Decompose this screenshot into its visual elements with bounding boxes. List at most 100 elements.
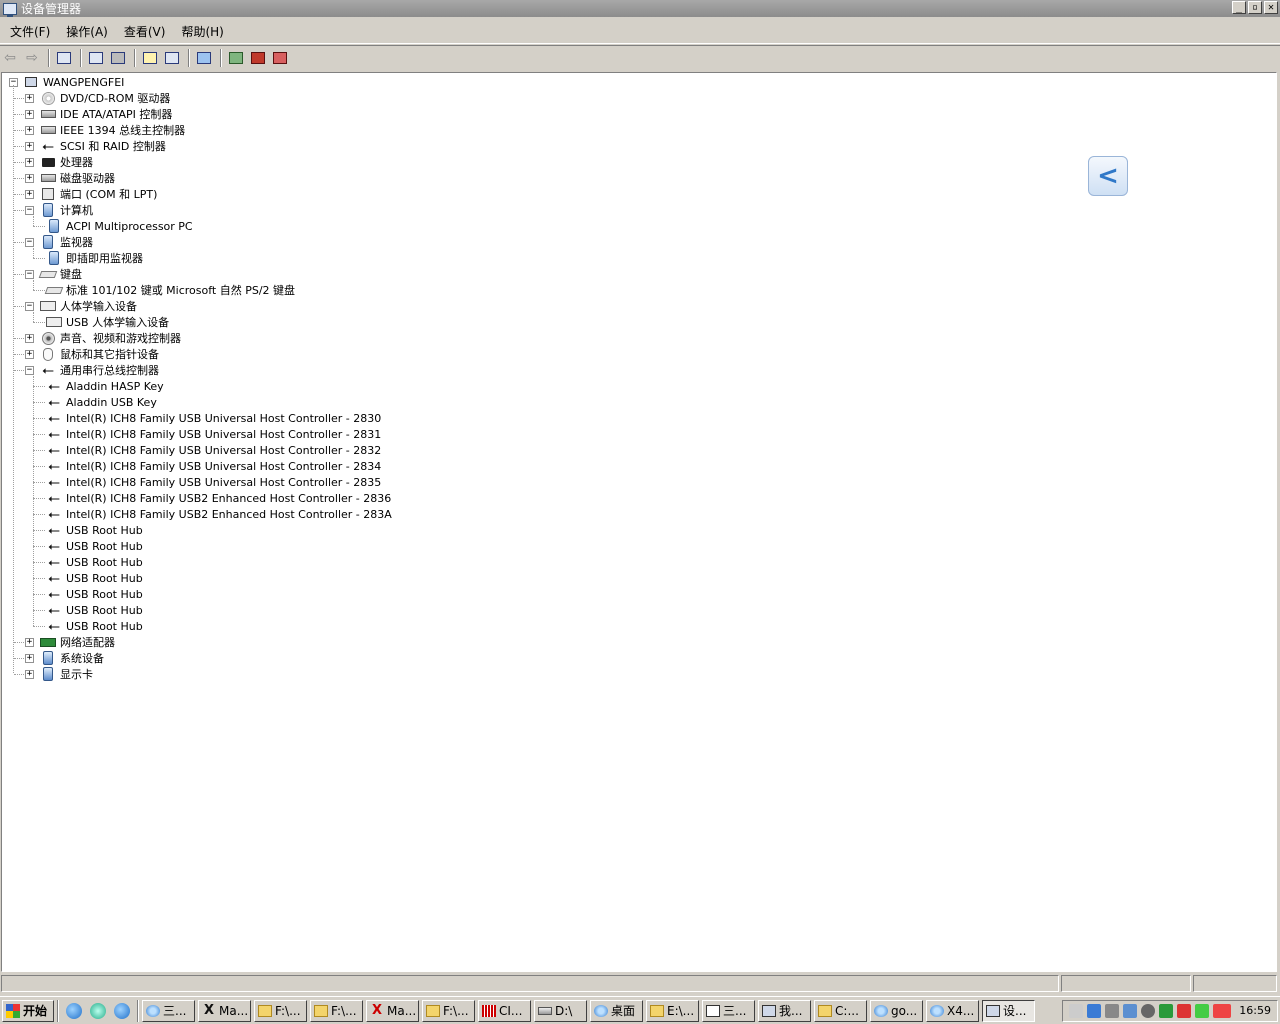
taskbar-button[interactable]: X4...	[926, 999, 980, 1022]
device-item[interactable]: ⭠ USB Root Hub	[46, 570, 143, 586]
scan-hardware-button[interactable]	[194, 48, 214, 68]
expand-icon[interactable]: +	[25, 670, 34, 679]
help-button[interactable]	[140, 48, 160, 68]
device-category[interactable]: + 处理器	[25, 154, 93, 170]
device-category[interactable]: + 系统设备	[25, 650, 104, 666]
app-shortcut-icon[interactable]: <	[1088, 156, 1128, 196]
device-item[interactable]: ⭠ Intel(R) ICH8 Family USB Universal Host…	[46, 410, 381, 426]
back-button[interactable]: ⇦	[0, 48, 20, 68]
expand-icon[interactable]: +	[25, 350, 34, 359]
minimize-button[interactable]: _	[1232, 1, 1246, 14]
network-tray-icon[interactable]	[1123, 1003, 1138, 1018]
taskbar-button[interactable]: C:...	[814, 999, 868, 1022]
properties-button[interactable]	[86, 48, 106, 68]
expand-icon[interactable]: +	[25, 334, 34, 343]
device-category[interactable]: + 鼠标和其它指针设备	[25, 346, 159, 362]
update-driver-button[interactable]	[226, 48, 246, 68]
device-item[interactable]: ⭠ Intel(R) ICH8 Family USB Universal Host…	[46, 442, 381, 458]
taskbar-button[interactable]: CI...	[478, 999, 532, 1022]
device-item[interactable]: ⭠ USB Root Hub	[46, 522, 143, 538]
collapse-icon[interactable]: −	[25, 302, 34, 311]
device-category[interactable]: − 人体学输入设备	[25, 298, 137, 314]
quicklaunch-app-icon[interactable]	[90, 1002, 107, 1019]
shield-tray-icon[interactable]	[1159, 1003, 1174, 1018]
expand-icon[interactable]: +	[25, 94, 34, 103]
device-tree[interactable]: − WANGPENGFEI < + DVD/CD-ROM 驱动器 + IDE ATA/…	[1, 72, 1277, 972]
show-hide-tree-button[interactable]	[54, 48, 74, 68]
device-category[interactable]: + 显示卡	[25, 666, 93, 682]
device-item[interactable]: ⭠ Aladdin USB Key	[46, 394, 157, 410]
device-item[interactable]: ⭠ Aladdin HASP Key	[46, 378, 164, 394]
action-pane-button[interactable]	[162, 48, 182, 68]
menu-file[interactable]: 文件(F)	[0, 23, 58, 40]
device-category[interactable]: + IDE ATA/ATAPI 控制器	[25, 106, 172, 122]
clock[interactable]: 16:59	[1239, 1004, 1271, 1017]
tree-root[interactable]: − WANGPENGFEI	[9, 74, 124, 90]
quicklaunch-browser-icon[interactable]	[114, 1002, 131, 1019]
quicklaunch-ie-icon[interactable]	[66, 1002, 83, 1019]
close-button[interactable]: ✕	[1264, 1, 1278, 14]
taskbar-button[interactable]: F:\...	[254, 999, 308, 1022]
device-category[interactable]: − ⭠ 通用串行总线控制器	[25, 362, 159, 378]
menu-view[interactable]: 查看(V)	[116, 23, 174, 40]
device-item[interactable]: ⭠ USB Root Hub	[46, 538, 143, 554]
device-item[interactable]: 标准 101/102 键或 Microsoft 自然 PS/2 键盘	[44, 282, 295, 298]
device-category[interactable]: + 磁盘驱动器	[25, 170, 115, 186]
device-item[interactable]: ACPI Multiprocessor PC	[46, 218, 193, 234]
device-category[interactable]: − 计算机	[25, 202, 93, 218]
device-category[interactable]: + 网络适配器	[25, 634, 115, 650]
expand-icon[interactable]: +	[25, 654, 34, 663]
taskbar-button[interactable]: 三...	[702, 999, 756, 1022]
device-item[interactable]: ⭠ Intel(R) ICH8 Family USB2 Enhanced Host…	[46, 490, 391, 506]
update-tray-icon[interactable]	[1195, 1003, 1210, 1018]
device-item[interactable]: ⭠ USB Root Hub	[46, 602, 143, 618]
device-item[interactable]: ⭠ USB Root Hub	[46, 586, 143, 602]
device-category[interactable]: − 键盘	[25, 266, 82, 282]
uninstall-button[interactable]	[248, 48, 268, 68]
taskbar-button[interactable]: go...	[870, 999, 924, 1022]
menu-help[interactable]: 帮助(H)	[173, 23, 231, 40]
device-category[interactable]: + 端口 (COM 和 LPT)	[25, 186, 157, 202]
app-tray-icon[interactable]	[1087, 1003, 1102, 1018]
taskbar-button[interactable]: 桌面	[590, 999, 644, 1022]
taskbar-button[interactable]: X Ma...	[198, 999, 252, 1022]
disc-tray-icon[interactable]	[1141, 1003, 1156, 1018]
device-item[interactable]: ⭠ USB Root Hub	[46, 554, 143, 570]
expand-icon[interactable]: +	[25, 126, 34, 135]
restore-button[interactable]: ▫	[1248, 1, 1262, 14]
antivirus-tray-icon[interactable]	[1177, 1003, 1192, 1018]
taskbar-button[interactable]: 三...	[142, 999, 196, 1022]
expand-icon[interactable]: +	[25, 158, 34, 167]
expand-icon[interactable]: +	[25, 190, 34, 199]
collapse-icon[interactable]: −	[25, 270, 34, 279]
expand-icon[interactable]: +	[25, 174, 34, 183]
print-button[interactable]	[108, 48, 128, 68]
title-bar[interactable]: 设备管理器 _ ▫ ✕	[0, 0, 1280, 17]
collapse-icon[interactable]: −	[25, 238, 34, 247]
device-category[interactable]: + DVD/CD-ROM 驱动器	[25, 90, 170, 106]
device-category[interactable]: + IEEE 1394 总线主控制器	[25, 122, 185, 138]
disable-button[interactable]	[270, 48, 290, 68]
ati-tray-icon[interactable]	[1213, 1003, 1232, 1018]
device-category[interactable]: + ⭠ SCSI 和 RAID 控制器	[25, 138, 166, 154]
start-button[interactable]: 开始	[2, 999, 55, 1022]
expand-icon[interactable]: +	[25, 638, 34, 647]
device-category[interactable]: + 声音、视频和游戏控制器	[25, 330, 181, 346]
taskbar-button[interactable]: F:\...	[310, 999, 364, 1022]
taskbar-button[interactable]: D:\	[534, 999, 588, 1022]
device-category[interactable]: − 监视器	[25, 234, 93, 250]
tools-tray-icon[interactable]	[1105, 1003, 1120, 1018]
device-item[interactable]: ⭠ Intel(R) ICH8 Family USB2 Enhanced Host…	[46, 506, 392, 522]
taskbar-button[interactable]: X Ma...	[366, 999, 420, 1022]
device-item[interactable]: ⭠ Intel(R) ICH8 Family USB Universal Host…	[46, 458, 381, 474]
device-item[interactable]: ⭠ Intel(R) ICH8 Family USB Universal Host…	[46, 474, 381, 490]
keyboard-tray-icon[interactable]	[1069, 1003, 1084, 1018]
taskbar-button[interactable]: 我...	[758, 999, 812, 1022]
device-item[interactable]: USB 人体学输入设备	[46, 314, 169, 330]
expand-icon[interactable]: +	[25, 110, 34, 119]
collapse-icon[interactable]: −	[25, 206, 34, 215]
collapse-icon[interactable]: −	[25, 366, 34, 375]
forward-button[interactable]: ⇨	[22, 48, 42, 68]
device-item[interactable]: ⭠ Intel(R) ICH8 Family USB Universal Host…	[46, 426, 381, 442]
device-item[interactable]: 即插即用监视器	[46, 250, 143, 266]
